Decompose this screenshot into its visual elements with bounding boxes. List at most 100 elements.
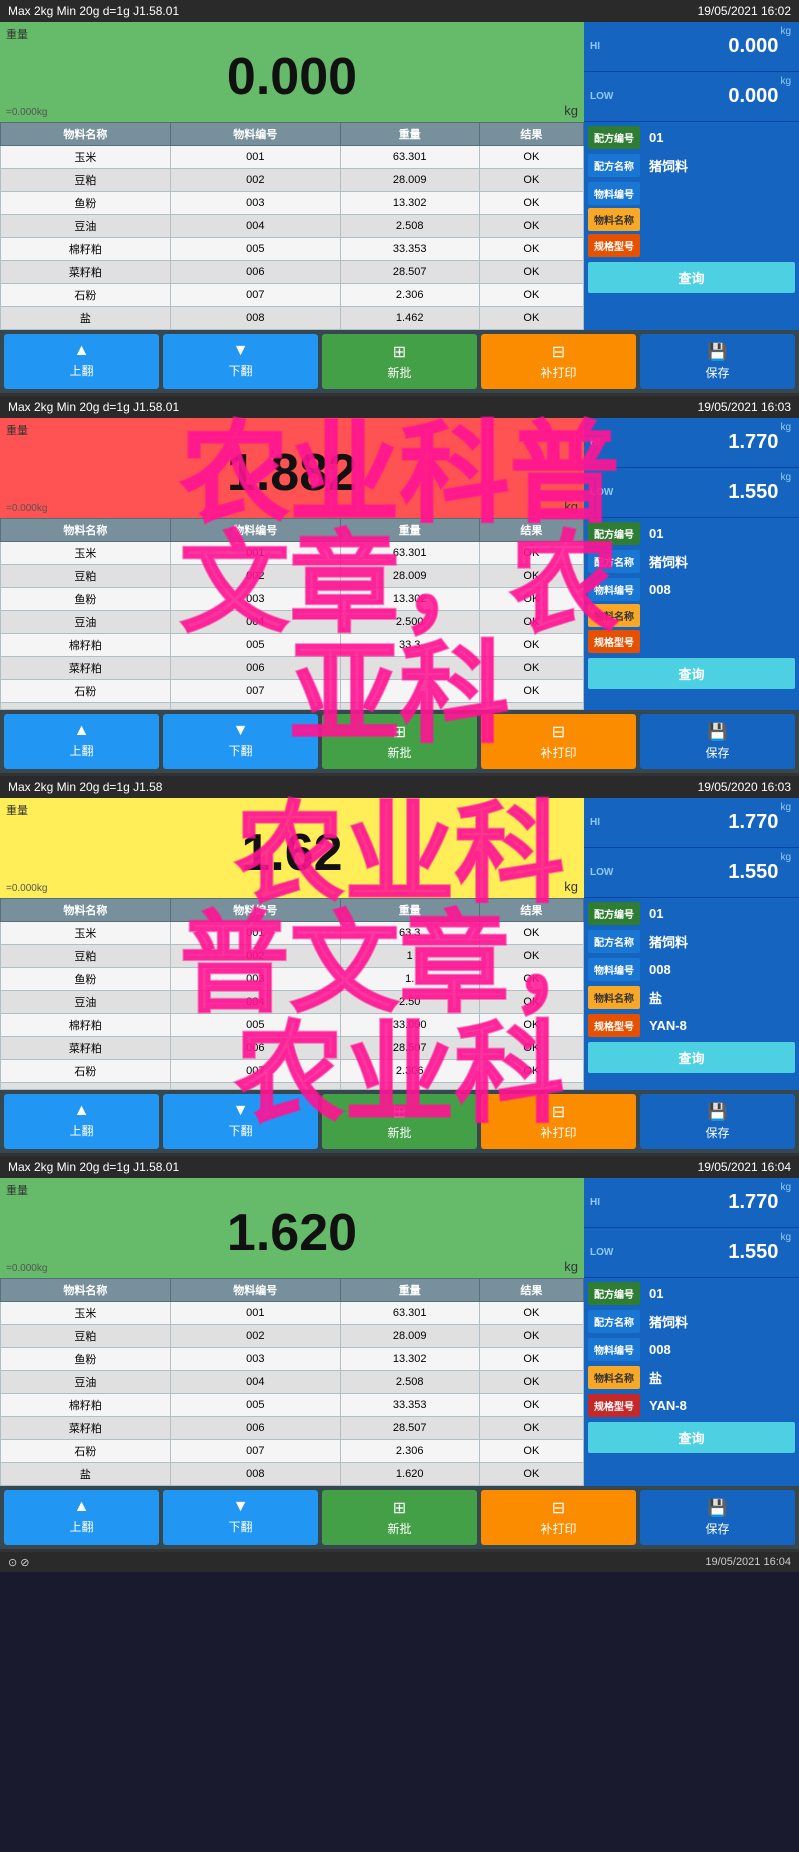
action-button-补打印[interactable]: ⊟ 补打印: [481, 1094, 636, 1149]
action-button-下翻[interactable]: ▼ 下翻: [163, 714, 318, 769]
info-label-btn[interactable]: 配方名称: [588, 930, 640, 953]
table-cell: 2.50: [340, 991, 479, 1014]
button-label: 新批: [387, 1124, 411, 1141]
info-label-btn[interactable]: 配方编号: [588, 902, 640, 925]
table-cell: 004: [170, 215, 340, 238]
action-button-下翻[interactable]: ▼ 下翻: [163, 1490, 318, 1545]
info-row: 规格型号: [588, 234, 795, 257]
query-button[interactable]: 查询: [588, 1042, 795, 1073]
table-header: 物料编号: [170, 1279, 340, 1302]
hi-label: HI: [590, 1197, 600, 1208]
table-cell: 005: [170, 1014, 340, 1037]
info-label-btn[interactable]: 配方编号: [588, 126, 640, 149]
table-cell: 豆粕: [1, 945, 171, 968]
weight-value: 1.882: [12, 447, 572, 499]
info-row: 配方名称猪饲料: [588, 152, 795, 179]
table-cell: 33.3: [340, 634, 479, 657]
table-row: 菜籽粕00628.507OK: [1, 261, 584, 284]
query-button[interactable]: 查询: [588, 1422, 795, 1453]
top-bar-specs: Max 2kg Min 20g d=1g J1.58.01: [8, 400, 179, 414]
weight-unit: kg: [564, 499, 578, 514]
table-cell: OK: [479, 945, 583, 968]
table-row: 豆油0042.508OK: [1, 215, 584, 238]
info-row: 配方编号01: [588, 1282, 795, 1305]
table-cell: 菜籽粕: [1, 657, 171, 680]
info-label-btn[interactable]: 规格型号: [588, 630, 640, 653]
action-button-上翻[interactable]: ▲ 上翻: [4, 714, 159, 769]
table-header: 重量: [340, 519, 479, 542]
action-button-下翻[interactable]: ▼ 下翻: [163, 1094, 318, 1149]
info-label-btn[interactable]: 规格型号: [588, 1014, 640, 1037]
table-cell: OK: [479, 1463, 583, 1486]
info-row: 物料编号008: [588, 958, 795, 981]
table-cell: 2.306: [340, 1060, 479, 1083]
action-button-上翻[interactable]: ▲ 上翻: [4, 1094, 159, 1149]
action-button-上翻[interactable]: ▲ 上翻: [4, 1490, 159, 1545]
info-label-btn[interactable]: 规格型号: [588, 1394, 640, 1417]
table-cell: 盐: [1, 307, 171, 330]
button-label: 下翻: [228, 1518, 252, 1535]
info-label-btn[interactable]: 配方名称: [588, 1310, 640, 1333]
action-button-补打印[interactable]: ⊟ 补打印: [481, 334, 636, 389]
info-label-btn[interactable]: 物料名称: [588, 604, 640, 627]
button-label: 新批: [387, 744, 411, 761]
action-button-新批[interactable]: ⊞ 新批: [322, 1094, 477, 1149]
weight-main-display: 重量 1.620 =0.000kg kg: [0, 1178, 584, 1278]
action-button-保存[interactable]: 💾 保存: [640, 334, 795, 389]
hi-unit: kg: [780, 1182, 791, 1193]
info-label-btn[interactable]: 配方编号: [588, 1282, 640, 1305]
button-label: 新批: [387, 1520, 411, 1537]
info-label-btn[interactable]: 物料名称: [588, 1366, 640, 1389]
action-button-保存[interactable]: 💾 保存: [640, 714, 795, 769]
info-label-btn[interactable]: 规格型号: [588, 234, 640, 257]
weight-area: 重量 1.620 =0.000kg kg HI 1.770 kg LOW 1.5…: [0, 1178, 799, 1278]
weight-side-panel: HI 1.770 kg LOW 1.550 kg: [584, 418, 799, 518]
table-row: [1, 1083, 584, 1090]
info-label-btn[interactable]: 物料编号: [588, 958, 640, 981]
button-icon: ▼: [233, 342, 249, 360]
main-content: 物料名称物料编号重量结果玉米00163.3OK豆粕0021OK鱼粉0031.OK…: [0, 898, 799, 1090]
button-icon: ▼: [233, 722, 249, 740]
table-cell: 豆油: [1, 1371, 171, 1394]
info-label-btn[interactable]: 物料编号: [588, 578, 640, 601]
action-button-保存[interactable]: 💾 保存: [640, 1490, 795, 1545]
table-cell: 石粉: [1, 284, 171, 307]
status-datetime: 19/05/2021 16:04: [705, 1556, 791, 1568]
table-cell: 007: [170, 680, 340, 703]
info-label-btn[interactable]: 物料编号: [588, 182, 640, 205]
table-header: 重量: [340, 899, 479, 922]
bottom-action-buttons: ▲ 上翻 ▼ 下翻 ⊞ 新批 ⊟ 补打印 💾 保存: [0, 710, 799, 773]
table-cell: 28.009: [340, 1325, 479, 1348]
low-value: 1.550: [728, 861, 778, 884]
query-button[interactable]: 查询: [588, 262, 795, 293]
info-label-btn[interactable]: 物料编号: [588, 1338, 640, 1361]
hi-weight-display: HI 0.000 kg: [584, 22, 799, 72]
screen-panel-panel4: Max 2kg Min 20g d=1g J1.58.01 19/05/2021…: [0, 1156, 799, 1552]
material-table: 物料名称物料编号重量结果玉米00163.301OK豆粕00228.009OK鱼粉…: [0, 518, 584, 710]
action-button-下翻[interactable]: ▼ 下翻: [163, 334, 318, 389]
info-label-btn[interactable]: 配方名称: [588, 154, 640, 177]
low-weight-display: LOW 1.550 kg: [584, 848, 799, 898]
action-button-补打印[interactable]: ⊟ 补打印: [481, 714, 636, 769]
info-label-btn[interactable]: 物料名称: [588, 208, 640, 231]
low-unit: kg: [780, 1232, 791, 1243]
table-cell: OK: [479, 215, 583, 238]
action-button-保存[interactable]: 💾 保存: [640, 1094, 795, 1149]
hi-label: HI: [590, 437, 600, 448]
action-button-新批[interactable]: ⊞ 新批: [322, 714, 477, 769]
info-label-btn[interactable]: 物料名称: [588, 986, 640, 1009]
action-button-新批[interactable]: ⊞ 新批: [322, 1490, 477, 1545]
right-info-panel: 配方编号01配方名称猪饲料物料编号008物料名称盐规格型号YAN-8查询: [584, 1278, 799, 1486]
action-button-新批[interactable]: ⊞ 新批: [322, 334, 477, 389]
query-button[interactable]: 查询: [588, 658, 795, 689]
info-label-btn[interactable]: 配方编号: [588, 522, 640, 545]
main-content: 物料名称物料编号重量结果玉米00163.301OK豆粕00228.009OK鱼粉…: [0, 518, 799, 710]
low-label: LOW: [590, 1247, 613, 1258]
button-icon: ▲: [74, 1102, 90, 1120]
main-content: 物料名称物料编号重量结果玉米00163.301OK豆粕00228.009OK鱼粉…: [0, 1278, 799, 1486]
action-button-补打印[interactable]: ⊟ 补打印: [481, 1490, 636, 1545]
table-cell: 豆油: [1, 611, 171, 634]
info-label-btn[interactable]: 配方名称: [588, 550, 640, 573]
table-cell: 石粉: [1, 1440, 171, 1463]
action-button-上翻[interactable]: ▲ 上翻: [4, 334, 159, 389]
